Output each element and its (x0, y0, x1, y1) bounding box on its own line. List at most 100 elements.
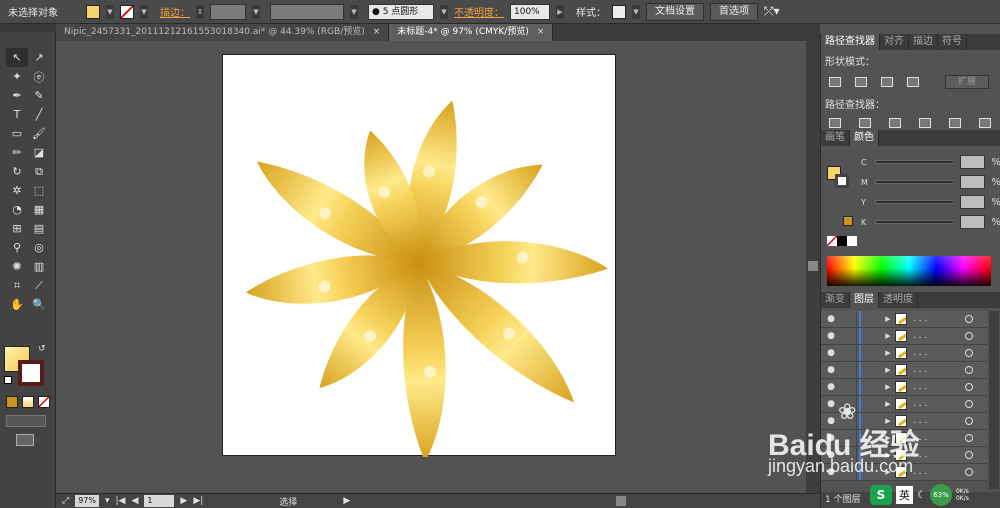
visibility-eye-icon[interactable]: ● (821, 314, 841, 324)
tab-untitled-4[interactable]: 未标题-4* @ 97% (CMYK/预览) × (389, 24, 554, 41)
variable-width-dropdown-icon[interactable]: ▼ (350, 4, 358, 19)
eraser-icon[interactable]: ◪ (28, 143, 50, 162)
tab-brushes[interactable]: 画笔 (821, 130, 850, 146)
selection-icon[interactable]: ↖ (6, 48, 28, 67)
type-icon[interactable]: T (6, 105, 28, 124)
artboard[interactable] (222, 54, 616, 462)
variable-width-field[interactable] (270, 3, 344, 20)
none-mode-icon[interactable] (38, 396, 50, 408)
gradient-mode-icon[interactable] (22, 396, 34, 408)
merge-icon[interactable] (889, 118, 901, 128)
layer-name[interactable]: . . . (913, 365, 957, 375)
draw-mode-icon[interactable] (6, 415, 46, 427)
close-tab-icon[interactable]: × (537, 24, 545, 41)
lock-toggle[interactable] (841, 378, 857, 396)
tab-align[interactable]: 对齐 (880, 34, 909, 50)
hand-icon[interactable]: ✋ (6, 295, 28, 314)
visibility-eye-icon[interactable]: ● (821, 331, 841, 341)
cyan-value[interactable] (959, 155, 986, 169)
tab-nipic-document[interactable]: Nipic_2457331_20111212161553018340.ai* @… (56, 24, 390, 41)
target-circle-icon[interactable] (965, 332, 973, 340)
tab-color[interactable]: 颜色 (850, 130, 879, 146)
arrange-icon[interactable]: ⤱▾ (764, 4, 780, 19)
lock-toggle[interactable] (841, 327, 857, 345)
document-setup-button[interactable]: 文档设置 (646, 2, 704, 21)
style-dropdown-icon[interactable]: ▼ (632, 4, 640, 19)
layer-row[interactable]: ● ▶ . . . (821, 344, 987, 362)
scale-icon[interactable]: ⧉ (28, 162, 50, 181)
tab-stroke[interactable]: 描边 (909, 34, 938, 50)
opacity-label[interactable]: 不透明度： (454, 4, 504, 19)
tab-transparency[interactable]: 透明度 (879, 292, 918, 308)
shape-builder-icon[interactable]: ◔ (6, 200, 28, 219)
perspective-grid-icon[interactable]: ▦ (28, 200, 50, 219)
divide-icon[interactable] (829, 118, 841, 128)
outline-icon[interactable] (949, 118, 961, 128)
white-swatch[interactable] (847, 236, 857, 246)
fill-dropdown-icon[interactable]: ▼ (106, 4, 114, 19)
mesh-icon[interactable]: ⊞ (6, 219, 28, 238)
tab-layers[interactable]: 图层 (850, 292, 879, 308)
expand-button[interactable]: 扩展 (945, 75, 989, 89)
opacity-field[interactable]: 100% (510, 3, 550, 20)
tools-panel-grip[interactable] (0, 24, 56, 32)
visibility-eye-icon[interactable]: ● (821, 365, 841, 375)
tab-pathfinder[interactable]: 路径查找器 (821, 34, 880, 50)
minus-back-icon[interactable] (979, 118, 991, 128)
rotate-icon[interactable]: ↻ (6, 162, 28, 181)
yellow-value[interactable] (959, 195, 986, 209)
warp-icon[interactable]: ✲ (6, 181, 28, 200)
black-swatch[interactable] (837, 236, 847, 246)
stroke-label[interactable]: 描边： (160, 4, 190, 19)
status-menu-icon[interactable]: ▶ (343, 496, 350, 506)
paintbrush-icon[interactable]: 🖌 (28, 124, 50, 143)
first-artboard-icon[interactable]: |◀ (116, 496, 126, 506)
default-colors-icon[interactable] (4, 376, 12, 384)
exclude-icon[interactable] (907, 77, 919, 87)
zoom-icon[interactable]: 🔍 (28, 295, 50, 314)
layer-row[interactable]: ● ▶ . . . (821, 311, 987, 328)
color-stroke-box[interactable] (835, 174, 849, 188)
vertical-scroll-thumb[interactable] (808, 261, 818, 271)
curvature-icon[interactable]: ✎ (28, 86, 50, 105)
out-of-gamut-swatch[interactable] (843, 216, 853, 226)
lock-toggle[interactable] (841, 361, 857, 379)
stroke-weight-stepper[interactable]: ⇕ (196, 4, 204, 19)
column-graph-icon[interactable]: ▥ (28, 257, 50, 276)
tab-gradient[interactable]: 渐变 (821, 292, 850, 308)
pen-icon[interactable]: ✒ (6, 86, 28, 105)
zoom-field[interactable]: 97% (75, 495, 99, 507)
opacity-dropdown-icon[interactable]: ▶ (556, 4, 564, 19)
stroke-none-swatch[interactable] (120, 4, 134, 19)
target-circle-icon[interactable] (965, 315, 973, 323)
lasso-icon[interactable]: ⓔ (28, 67, 50, 86)
layer-row[interactable]: ● ▶ . . . (821, 361, 987, 379)
artboard-nav-icon[interactable]: ⤢ (62, 496, 69, 506)
blend-icon[interactable]: ◎ (28, 238, 50, 257)
gradient-icon[interactable]: ▤ (28, 219, 50, 238)
layer-row[interactable]: ● ▶ . . . (821, 327, 987, 345)
layer-name[interactable]: . . . (913, 314, 957, 324)
expand-arrow-icon[interactable]: ▶ (881, 315, 895, 323)
document-canvas[interactable] (56, 41, 806, 493)
magenta-value[interactable] (959, 175, 986, 189)
close-tab-icon[interactable]: × (373, 24, 381, 41)
next-artboard-icon[interactable]: ▶ (180, 496, 187, 506)
last-artboard-icon[interactable]: ▶| (193, 496, 203, 506)
expand-arrow-icon[interactable]: ▶ (881, 332, 895, 340)
intersect-icon[interactable] (881, 77, 893, 87)
style-swatch[interactable] (612, 4, 626, 19)
brush-definition-field[interactable]: ● 5 点圆形 (368, 3, 434, 20)
brush-dropdown-icon[interactable]: ▼ (440, 4, 448, 19)
symbol-sprayer-icon[interactable]: ✺ (6, 257, 28, 276)
layer-name[interactable]: . . . (913, 348, 957, 358)
target-circle-icon[interactable] (965, 349, 973, 357)
crop-icon[interactable] (919, 118, 931, 128)
magenta-slider[interactable] (874, 180, 954, 184)
line-icon[interactable]: ╱ (28, 105, 50, 124)
fill-color-swatch[interactable] (86, 4, 100, 19)
pencil-icon[interactable]: ✏ (6, 143, 28, 162)
stroke-dropdown-icon[interactable]: ▼ (140, 4, 148, 19)
magic-wand-icon[interactable]: ✦ (6, 67, 28, 86)
horizontal-scroll-thumb[interactable] (616, 496, 626, 506)
